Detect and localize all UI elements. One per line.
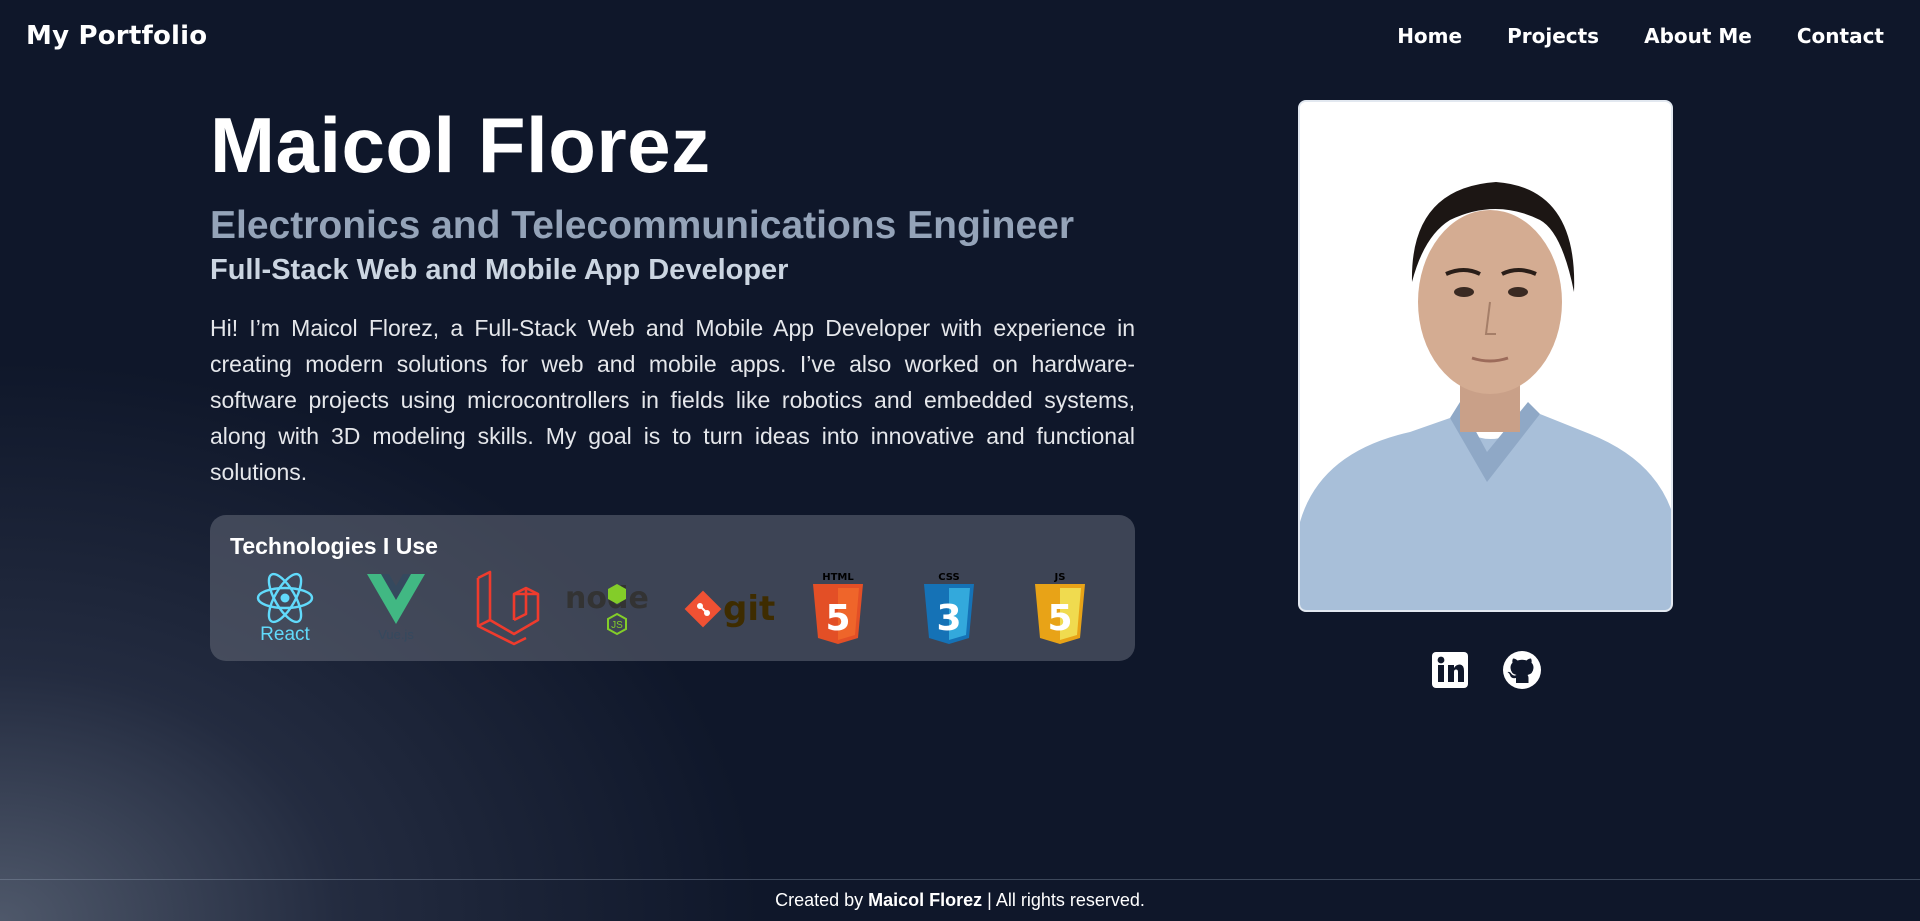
github-icon[interactable] [1502, 650, 1542, 690]
nav-link-about-me[interactable]: About Me [1644, 24, 1752, 48]
git-logo: git [673, 569, 784, 647]
profile-portrait-illustration [1300, 102, 1671, 610]
html-label: HTML [823, 572, 855, 583]
linkedin-icon[interactable] [1430, 650, 1470, 690]
social-links [1430, 650, 1542, 690]
vue-logo: Vue.js [341, 569, 452, 647]
react-label: React [260, 624, 310, 645]
react-logo: React [230, 569, 341, 647]
hero-title: Electronics and Telecommunications Engin… [210, 204, 1074, 247]
footer-suffix: | All rights reserved. [987, 890, 1145, 910]
technology-logos: React Vue.js node JS git HTML 5 CSS 3 JS… [230, 569, 1115, 647]
svg-text:5: 5 [826, 598, 851, 639]
svg-text:3: 3 [937, 598, 962, 639]
node-logo: node JS [562, 569, 673, 647]
js-label: JS [1053, 572, 1065, 583]
hero-subtitle: Full-Stack Web and Mobile App Developer [210, 254, 789, 286]
hero-name: Maicol Florez [210, 101, 711, 189]
svg-text:5: 5 [1047, 598, 1072, 639]
nav-links: Home Projects About Me Contact [1397, 24, 1884, 48]
technologies-heading: Technologies I Use [230, 533, 438, 559]
html5-logo: HTML 5 [783, 569, 894, 647]
brand-logo[interactable]: My Portfolio [26, 21, 207, 51]
footer-prefix: Created by [775, 890, 864, 910]
nav-link-contact[interactable]: Contact [1797, 24, 1884, 48]
footer: Created by Maicol Florez | All rights re… [0, 879, 1920, 921]
vue-label: Vue.js [378, 627, 414, 642]
css3-logo: CSS 3 [894, 569, 1005, 647]
git-label: git [723, 589, 775, 629]
laravel-logo [451, 569, 562, 647]
profile-photo [1298, 100, 1673, 612]
nav-link-home[interactable]: Home [1397, 24, 1462, 48]
footer-author: Maicol Florez [868, 890, 983, 910]
technologies-card: Technologies I Use React Vue.js node JS … [210, 515, 1135, 661]
nav-link-projects[interactable]: Projects [1507, 24, 1599, 48]
hero-section: Maicol Florez Electronics and Telecommun… [210, 100, 1135, 661]
js-logo: JS 5 [1004, 569, 1115, 647]
top-navbar: My Portfolio Home Projects About Me Cont… [0, 0, 1920, 72]
css-label: CSS [938, 572, 959, 583]
hero-bio: Hi! I’m Maicol Florez, a Full-Stack Web … [210, 315, 1135, 485]
svg-text:JS: JS [611, 620, 623, 631]
node-label: node [565, 581, 649, 616]
